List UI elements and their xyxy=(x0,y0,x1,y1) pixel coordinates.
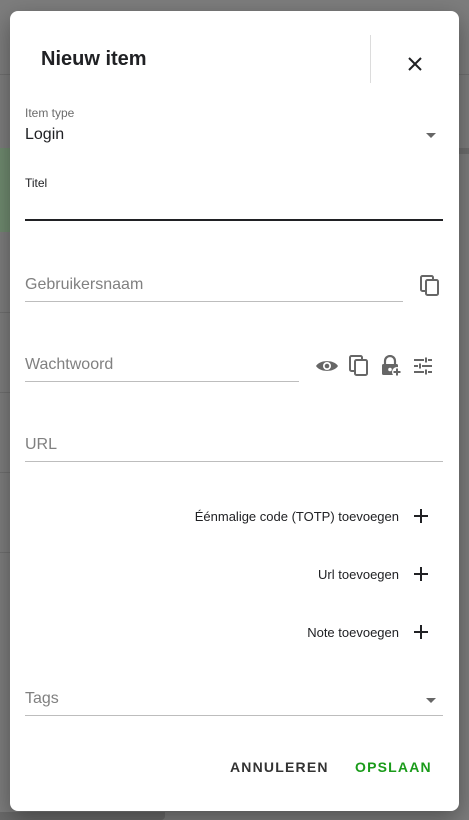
title-field[interactable]: Titel xyxy=(10,171,459,223)
add-note-button[interactable]: Note toevoegen xyxy=(307,624,429,640)
title-field-underline xyxy=(25,219,443,221)
close-button[interactable] xyxy=(398,47,432,81)
password-underline xyxy=(25,381,299,382)
eye-icon xyxy=(316,361,338,371)
cancel-button[interactable]: ANNULEREN xyxy=(230,759,329,775)
add-url-button[interactable]: Url toevoegen xyxy=(318,566,429,582)
dialog-title: Nieuw item xyxy=(41,48,147,70)
header-divider xyxy=(370,35,371,83)
show-password-button[interactable] xyxy=(314,353,340,379)
copy-icon xyxy=(420,275,439,296)
tune-icon xyxy=(414,357,432,375)
new-item-dialog: Nieuw item Item type Login Titel Gebruik… xyxy=(10,11,459,811)
background-panel xyxy=(0,812,165,820)
copy-icon xyxy=(349,355,368,376)
item-type-select[interactable]: Item type Login xyxy=(10,101,459,151)
lock-add-icon xyxy=(382,355,402,377)
copy-username-button[interactable] xyxy=(417,273,443,299)
dropdown-caret-icon xyxy=(426,133,436,138)
background-highlight xyxy=(0,148,10,232)
title-field-label: Titel xyxy=(25,176,48,190)
dropdown-caret-icon xyxy=(426,698,436,703)
plus-icon xyxy=(414,509,428,523)
tags-placeholder: Tags xyxy=(25,690,59,707)
copy-password-button[interactable] xyxy=(346,353,372,379)
username-underline xyxy=(25,301,403,302)
url-field[interactable]: URL xyxy=(10,433,459,463)
password-field[interactable]: Wachtwoord xyxy=(10,353,300,383)
add-totp-label: Éénmalige code (TOTP) toevoegen xyxy=(194,508,399,524)
add-note-label: Note toevoegen xyxy=(307,624,399,640)
password-options-button[interactable] xyxy=(410,353,436,379)
url-underline xyxy=(25,461,443,462)
username-placeholder: Gebruikersnaam xyxy=(25,276,144,293)
save-button[interactable]: OPSLAAN xyxy=(355,759,432,775)
item-type-value: Login xyxy=(25,126,65,143)
close-icon xyxy=(408,57,422,71)
plus-icon xyxy=(414,567,428,581)
add-url-label: Url toevoegen xyxy=(318,566,399,582)
password-placeholder: Wachtwoord xyxy=(25,356,114,373)
add-totp-button[interactable]: Éénmalige code (TOTP) toevoegen xyxy=(195,508,429,524)
plus-icon xyxy=(414,625,428,639)
generate-password-button[interactable] xyxy=(378,353,404,379)
username-field[interactable]: Gebruikersnaam xyxy=(10,273,405,303)
tags-select[interactable]: Tags xyxy=(10,687,459,717)
item-type-label: Item type xyxy=(25,106,75,120)
tags-underline xyxy=(25,715,443,716)
url-placeholder: URL xyxy=(25,436,58,453)
